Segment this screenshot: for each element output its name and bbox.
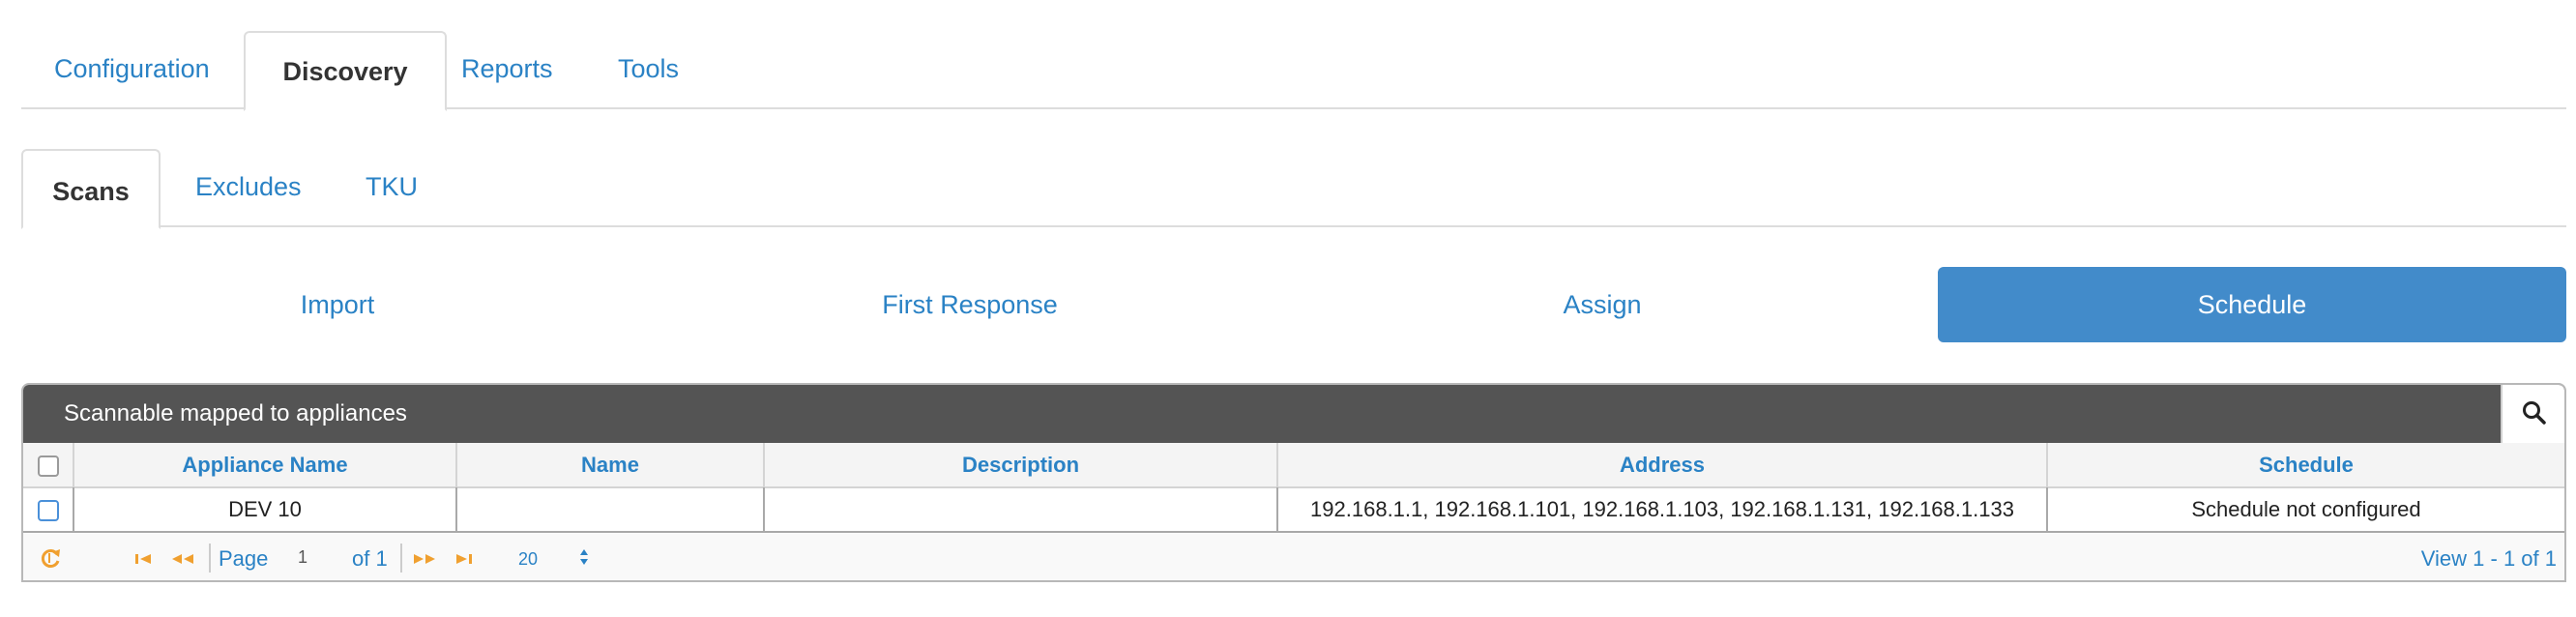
cell-address: 192.168.1.1, 192.168.1.101, 192.168.1.10…	[1277, 487, 2048, 533]
col-header-appliance-name[interactable]: Appliance Name	[73, 443, 457, 488]
page-count-label: of 1	[352, 546, 388, 571]
first-page-icon[interactable]	[133, 548, 155, 573]
search-button[interactable]	[2501, 385, 2564, 443]
grid-pager: Page of 1 20 View 1 - 1 of 1	[23, 534, 2564, 580]
tab-configuration[interactable]: Configuration	[54, 31, 210, 109]
main-tabs: Configuration Discovery Reports Tools	[21, 31, 2566, 111]
select-caret-icon[interactable]	[578, 547, 590, 573]
col-header-name[interactable]: Name	[456, 443, 765, 488]
view-records-info: View 1 - 1 of 1	[2420, 546, 2557, 571]
search-icon	[2523, 401, 2546, 425]
col-header-description[interactable]: Description	[764, 443, 1278, 488]
pager-divider	[400, 544, 402, 573]
tab-tku[interactable]: TKU	[366, 149, 418, 227]
page-label: Page	[219, 546, 269, 571]
row-checkbox[interactable]	[37, 499, 59, 521]
cell-appliance-name: DEV 10	[73, 487, 457, 533]
pill-schedule[interactable]: Schedule	[1938, 267, 2566, 342]
select-all-checkbox[interactable]	[37, 455, 59, 477]
next-page-icon[interactable]	[412, 548, 437, 573]
grid-header: Appliance Name Name Description Address …	[23, 443, 2564, 488]
tab-scans[interactable]: Scans	[21, 149, 161, 229]
grid-caption: Scannable mapped to appliances	[23, 385, 2564, 443]
select-all-cell	[23, 443, 74, 488]
cell-schedule: Schedule not configured	[2047, 487, 2564, 533]
tab-tools[interactable]: Tools	[618, 31, 679, 109]
page-number-input[interactable]	[284, 543, 350, 572]
cell-name	[456, 487, 765, 533]
tab-reports[interactable]: Reports	[461, 31, 553, 109]
pill-first-response[interactable]: First Response	[654, 267, 1286, 342]
col-header-schedule[interactable]: Schedule	[2047, 443, 2564, 488]
row-select-cell	[23, 487, 74, 533]
grid-body: DEV 10 192.168.1.1, 192.168.1.101, 192.1…	[23, 487, 2564, 533]
cell-description	[764, 487, 1278, 533]
table-row[interactable]: DEV 10 192.168.1.1, 192.168.1.101, 192.1…	[23, 487, 2564, 533]
last-page-icon[interactable]	[453, 548, 474, 573]
refresh-icon[interactable]	[39, 545, 62, 576]
tab-excludes[interactable]: Excludes	[195, 149, 302, 227]
tab-discovery[interactable]: Discovery	[244, 31, 447, 111]
pill-import[interactable]: Import	[21, 267, 654, 342]
prev-page-icon[interactable]	[170, 548, 195, 573]
rows-per-page-select[interactable]: 20	[518, 549, 538, 570]
discovery-subtabs: Scans Excludes TKU	[21, 149, 2566, 229]
scannable-grid: Scannable mapped to appliances Appliance…	[21, 383, 2566, 582]
pill-assign[interactable]: Assign	[1286, 267, 1918, 342]
pager-divider	[209, 544, 211, 573]
col-header-address[interactable]: Address	[1277, 443, 2048, 488]
